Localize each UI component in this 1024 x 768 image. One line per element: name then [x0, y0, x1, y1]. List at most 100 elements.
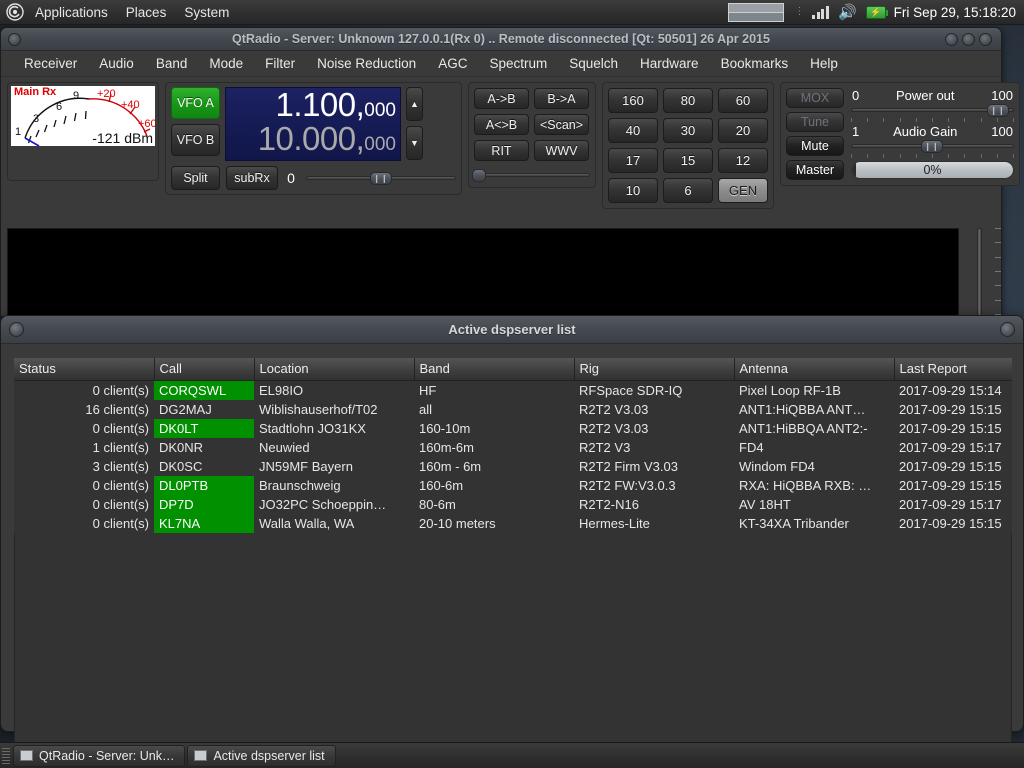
qtradio-titlebar[interactable]: QtRadio - Server: Unknown 127.0.0.1(Rx 0… [1, 28, 1001, 51]
table-row[interactable]: 0 client(s) CORQSWL EL98IO HF RFSpace SDR-IQ… [14, 380, 1012, 400]
task-item-qtradio[interactable]: QtRadio - Server: Unk… [13, 744, 186, 767]
band-button-17[interactable]: 17 [608, 148, 658, 173]
column-header-status[interactable]: Status [14, 358, 155, 381]
subrx-button[interactable]: subRx [226, 166, 278, 190]
rit-button[interactable]: RIT [474, 140, 529, 161]
volume-icon[interactable]: 🔊 [838, 5, 857, 20]
table-row[interactable]: 16 client(s) DG2MAJ Wiblishauserhof/T02 all… [14, 399, 1012, 419]
cell-rig: R2T2 V3 [579, 439, 631, 455]
cell-band: 20-10 meters [419, 515, 496, 531]
cell-location: Stadtlohn JO31KX [259, 420, 366, 436]
vfo-a-button[interactable]: VFO A [171, 87, 220, 119]
band-button-40[interactable]: 40 [608, 118, 658, 143]
table-row[interactable]: 1 client(s) DK0NR Neuwied 160m-6m R2T2 V3 FD4… [14, 437, 1012, 457]
gnome-foot-icon[interactable] [4, 1, 26, 23]
panel-menu-system[interactable]: System [175, 0, 238, 25]
table-row[interactable]: 0 client(s) KL7NA Walla Walla, WA 20-10 met… [14, 513, 1012, 533]
menu-squelch[interactable]: Squelch [558, 56, 629, 71]
column-header-antenna[interactable]: Antenna [734, 358, 895, 381]
workspace-switcher[interactable] [728, 2, 785, 22]
cell-last-report: 2017-09-29 15:14 [899, 382, 1002, 398]
b-to-a-button[interactable]: B->A [534, 88, 589, 109]
panel-menu-places[interactable]: Places [117, 0, 176, 25]
column-header-rig[interactable]: Rig [574, 358, 735, 381]
dspserver-titlebar[interactable]: Active dspserver list [1, 316, 1023, 344]
panel-menu-applications[interactable]: Applications [26, 0, 117, 25]
dspserver-title: Active dspserver list [448, 322, 576, 337]
tune-button[interactable]: Tune [786, 112, 844, 132]
menu-spectrum[interactable]: Spectrum [478, 56, 558, 71]
band-button-6[interactable]: 6 [663, 178, 713, 203]
rit-slider[interactable] [472, 168, 590, 182]
rit-slider-knob[interactable] [472, 168, 486, 182]
band-button-10[interactable]: 10 [608, 178, 658, 203]
menu-receiver[interactable]: Receiver [13, 56, 88, 71]
column-header-location[interactable]: Location [254, 358, 415, 381]
cell-band: 160-10m [419, 420, 471, 436]
cell-call: CORQSWL [154, 380, 254, 400]
power-out-slider-knob[interactable]: ❙❙ [987, 103, 1009, 117]
menu-filter[interactable]: Filter [254, 56, 306, 71]
frequency-down-icon[interactable]: ▼ [406, 126, 423, 160]
wwv-button[interactable]: WWV [534, 140, 589, 161]
master-progress-label: 0% [923, 163, 942, 177]
column-header-call[interactable]: Call [154, 358, 255, 381]
menu-mode[interactable]: Mode [198, 56, 254, 71]
qtradio-menubar: Receiver Audio Band Mode Filter Noise Re… [1, 51, 1001, 77]
a-swap-b-button[interactable]: A<>B [474, 114, 529, 135]
tuning-slider[interactable]: ❙❙ [306, 171, 456, 185]
band-button-30[interactable]: 30 [663, 118, 713, 143]
table-row[interactable]: 0 client(s) DP7D JO32PC Schoeppin… 80-6m R2T… [14, 494, 1012, 514]
vfo-b-button[interactable]: VFO B [171, 124, 220, 156]
tuning-slider-knob[interactable]: ❙❙ [370, 171, 392, 185]
audio-gain-slider[interactable]: ❙❙ [851, 139, 1014, 153]
menu-bookmarks[interactable]: Bookmarks [710, 56, 800, 71]
vfo-b-freq-sub: 000 [364, 134, 396, 155]
menu-band[interactable]: Band [145, 56, 199, 71]
menu-help[interactable]: Help [799, 56, 849, 71]
cell-location: JO32PC Schoeppin… [259, 496, 387, 512]
spectrum-display[interactable] [7, 228, 959, 316]
table-row[interactable]: 3 client(s) DK0SC JN59MF Bayern 160m - 6m R2… [14, 456, 1012, 476]
dspserver-table-container[interactable]: Status Call Location Band Rig Antenna La… [14, 358, 1012, 768]
frequency-up-icon[interactable]: ▲ [406, 87, 423, 121]
band-button-80[interactable]: 80 [663, 88, 713, 113]
audio-gain-ticks [851, 154, 1014, 158]
mute-button[interactable]: Mute [786, 136, 844, 156]
band-button-160[interactable]: 160 [608, 88, 658, 113]
mox-button[interactable]: MOX [786, 88, 844, 108]
table-row[interactable]: 0 client(s) DL0PTB Braunschweig 160-6m R2T2 … [14, 475, 1012, 495]
master-button[interactable]: Master [786, 160, 844, 180]
menu-noise-reduction[interactable]: Noise Reduction [306, 56, 427, 71]
cell-location: JN59MF Bayern [259, 458, 353, 474]
cell-band: all [419, 401, 433, 417]
task-item-dspserver[interactable]: Active dspserver list [187, 744, 336, 767]
cell-location: Wiblishauserhof/T02 [259, 401, 378, 417]
column-header-last-report[interactable]: Last Report [894, 358, 1012, 381]
column-header-band[interactable]: Band [414, 358, 575, 381]
menu-audio[interactable]: Audio [88, 56, 145, 71]
cell-last-report: 2017-09-29 15:15 [899, 420, 1002, 436]
clock-label[interactable]: Fri Sep 29, 15:18:20 [894, 5, 1024, 20]
band-button-12[interactable]: 12 [718, 148, 768, 173]
band-button-gen[interactable]: GEN [718, 178, 768, 203]
band-button-15[interactable]: 15 [663, 148, 713, 173]
battery-icon[interactable]: ⚡ [865, 5, 888, 19]
cell-status: 0 client(s) [92, 420, 149, 436]
menu-hardware[interactable]: Hardware [629, 56, 710, 71]
task-item-label: QtRadio - Server: Unk… [39, 748, 175, 763]
band-button-20[interactable]: 20 [718, 118, 768, 143]
network-signal-icon[interactable] [812, 5, 829, 19]
frequency-display[interactable]: 1.100,000 10.000,000 [225, 87, 401, 161]
a-to-b-button[interactable]: A->B [474, 88, 529, 109]
cell-antenna: AV 18HT [739, 496, 791, 512]
split-button[interactable]: Split [171, 166, 220, 190]
menu-agc[interactable]: AGC [427, 56, 478, 71]
band-button-60[interactable]: 60 [718, 88, 768, 113]
power-out-slider[interactable]: ❙❙ [851, 103, 1014, 117]
table-row[interactable]: 0 client(s) DK0LT Stadtlohn JO31KX 160-10m R… [14, 418, 1012, 438]
master-progress-bar[interactable]: 0% [851, 161, 1014, 179]
panel-tray: ⋮ 🔊 ⚡ Fri Sep 29, 15:18:20 [728, 0, 1024, 25]
scan-button[interactable]: <Scan> [534, 114, 589, 135]
audio-gain-slider-knob[interactable]: ❙❙ [921, 139, 943, 153]
